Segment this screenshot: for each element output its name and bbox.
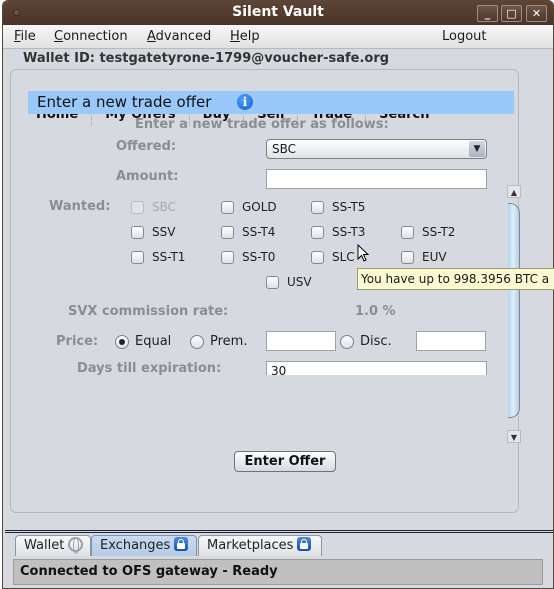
amount-tooltip: You have up to 998.3956 BTC a: [357, 268, 554, 290]
expiration-input[interactable]: 30: [266, 361, 487, 375]
checkbox-label: SBC: [152, 200, 177, 214]
wanted-checkbox-ssv[interactable]: SSV: [131, 225, 175, 239]
price-premium-radio[interactable]: Prem.: [190, 334, 247, 349]
discount-input[interactable]: [416, 331, 486, 351]
price-discount-radio[interactable]: Disc.: [340, 334, 392, 349]
checkbox-label: SSV: [152, 225, 176, 239]
trade-offer-form: Enter a new trade offer as follows: Offe…: [28, 115, 498, 375]
scroll-down-arrow-icon[interactable]: ▼: [507, 430, 521, 443]
tab-label: Marketplaces: [207, 538, 294, 553]
checkbox-box[interactable]: [401, 250, 414, 264]
checkbox-label: SS-T5: [332, 200, 366, 214]
menu-bar: File Connection Advanced Help Logout: [3, 25, 553, 49]
offered-value: SBC: [272, 142, 297, 156]
checkbox-label: SS-T4: [242, 225, 276, 239]
radio-label: Disc.: [360, 334, 392, 349]
premium-input[interactable]: [266, 331, 336, 351]
checkbox-box[interactable]: [221, 250, 234, 264]
app-window: Silent Vault _ □ ✕ File Connection Advan…: [2, 0, 554, 589]
offered-label: Offered:: [116, 139, 177, 154]
wanted-checkbox-sbc[interactable]: SBC: [131, 200, 176, 214]
price-label: Price:: [56, 334, 99, 349]
checkbox-box[interactable]: [266, 275, 279, 289]
menu-file[interactable]: File: [14, 29, 36, 44]
menu-help[interactable]: Help: [230, 29, 260, 44]
lock-icon: [297, 537, 312, 551]
tab-label: Exchanges: [100, 538, 171, 553]
tab-divider: [5, 530, 553, 533]
wanted-checkbox-euv[interactable]: EUV: [401, 250, 447, 264]
radio-dot[interactable]: [190, 334, 204, 349]
expiration-label: Days till expiration:: [77, 361, 222, 375]
radio-dot[interactable]: [340, 334, 354, 349]
section-header: Enter a new trade offer i: [28, 91, 514, 114]
checkbox-label: SLC: [332, 250, 355, 264]
checkbox-box[interactable]: [131, 200, 144, 214]
checkbox-label: USV: [287, 275, 312, 289]
amount-label: Amount:: [116, 169, 179, 184]
tab-marketplaces[interactable]: Marketplaces: [198, 535, 322, 556]
checkbox-label: SS-T2: [422, 225, 456, 239]
title-bar[interactable]: Silent Vault _ □ ✕: [3, 1, 553, 25]
enter-offer-button[interactable]: Enter Offer: [234, 451, 336, 472]
lock-icon: [174, 537, 189, 551]
wanted-checkbox-ss-t2[interactable]: SS-T2: [401, 225, 455, 239]
checkbox-label: SS-T1: [152, 250, 186, 264]
window-title: Silent Vault: [232, 4, 324, 20]
menu-connection[interactable]: Connection: [54, 29, 128, 44]
mouse-cursor-icon: [357, 244, 370, 262]
checkbox-box[interactable]: [131, 225, 144, 239]
form-scrollbar[interactable]: ▲ ▼: [507, 185, 521, 443]
checkbox-box[interactable]: [131, 250, 144, 264]
wanted-checkbox-ss-t4[interactable]: SS-T4: [221, 225, 275, 239]
wanted-checkbox-usv[interactable]: USV: [266, 275, 312, 289]
checkbox-box[interactable]: [401, 225, 414, 239]
checkbox-label: SS-T0: [242, 250, 276, 264]
checkbox-box[interactable]: [221, 225, 234, 239]
wanted-label: Wanted:: [49, 199, 111, 214]
checkbox-label: EUV: [422, 250, 447, 264]
scroll-up-arrow-icon[interactable]: ▲: [507, 185, 521, 198]
wanted-checkbox-ss-t0[interactable]: SS-T0: [221, 250, 275, 264]
chevron-down-icon[interactable]: ▼: [469, 141, 485, 157]
maximize-button[interactable]: □: [501, 5, 522, 22]
globe-icon: [68, 537, 84, 554]
tab-exchanges[interactable]: Exchanges: [91, 535, 197, 556]
commission-value: 1.0 %: [355, 304, 396, 319]
scroll-thumb[interactable]: [508, 203, 520, 418]
commission-label: SVX commission rate:: [68, 304, 229, 319]
checkbox-box[interactable]: [311, 250, 324, 264]
close-button[interactable]: ✕: [526, 5, 547, 22]
form-intro: Enter a new trade offer as follows:: [135, 117, 389, 132]
menu-advanced[interactable]: Advanced: [147, 29, 211, 44]
radio-dot[interactable]: [115, 334, 129, 349]
wanted-checkbox-ss-t3[interactable]: SS-T3: [311, 225, 365, 239]
checkbox-box[interactable]: [311, 200, 324, 214]
checkbox-box[interactable]: [221, 200, 234, 214]
info-icon[interactable]: i: [237, 94, 253, 110]
price-equal-radio[interactable]: Equal: [115, 334, 171, 349]
wanted-checkbox-slc[interactable]: SLC: [311, 250, 355, 264]
wanted-checkbox-ss-t5[interactable]: SS-T5: [311, 200, 365, 214]
wanted-checkbox-gold[interactable]: GOLD: [221, 200, 277, 214]
wallet-id-label: Wallet ID: testgatetyrone-1799@voucher-s…: [23, 51, 390, 66]
radio-label: Prem.: [210, 334, 248, 349]
checkbox-label: GOLD: [242, 200, 277, 214]
offered-select[interactable]: SBC ▼: [266, 139, 487, 159]
checkbox-box[interactable]: [311, 225, 324, 239]
checkbox-label: SS-T3: [332, 225, 366, 239]
radio-label: Equal: [135, 334, 172, 349]
tab-wallet[interactable]: Wallet: [15, 535, 91, 556]
logout-button[interactable]: Logout: [442, 29, 487, 44]
amount-input[interactable]: [266, 169, 487, 189]
minimize-button[interactable]: _: [477, 5, 498, 22]
tab-label: Wallet: [24, 538, 65, 553]
section-title: Enter a new trade offer: [37, 93, 212, 111]
status-bar: Connected to OFS gateway - Ready: [13, 559, 543, 585]
wanted-checkbox-ss-t1[interactable]: SS-T1: [131, 250, 185, 264]
